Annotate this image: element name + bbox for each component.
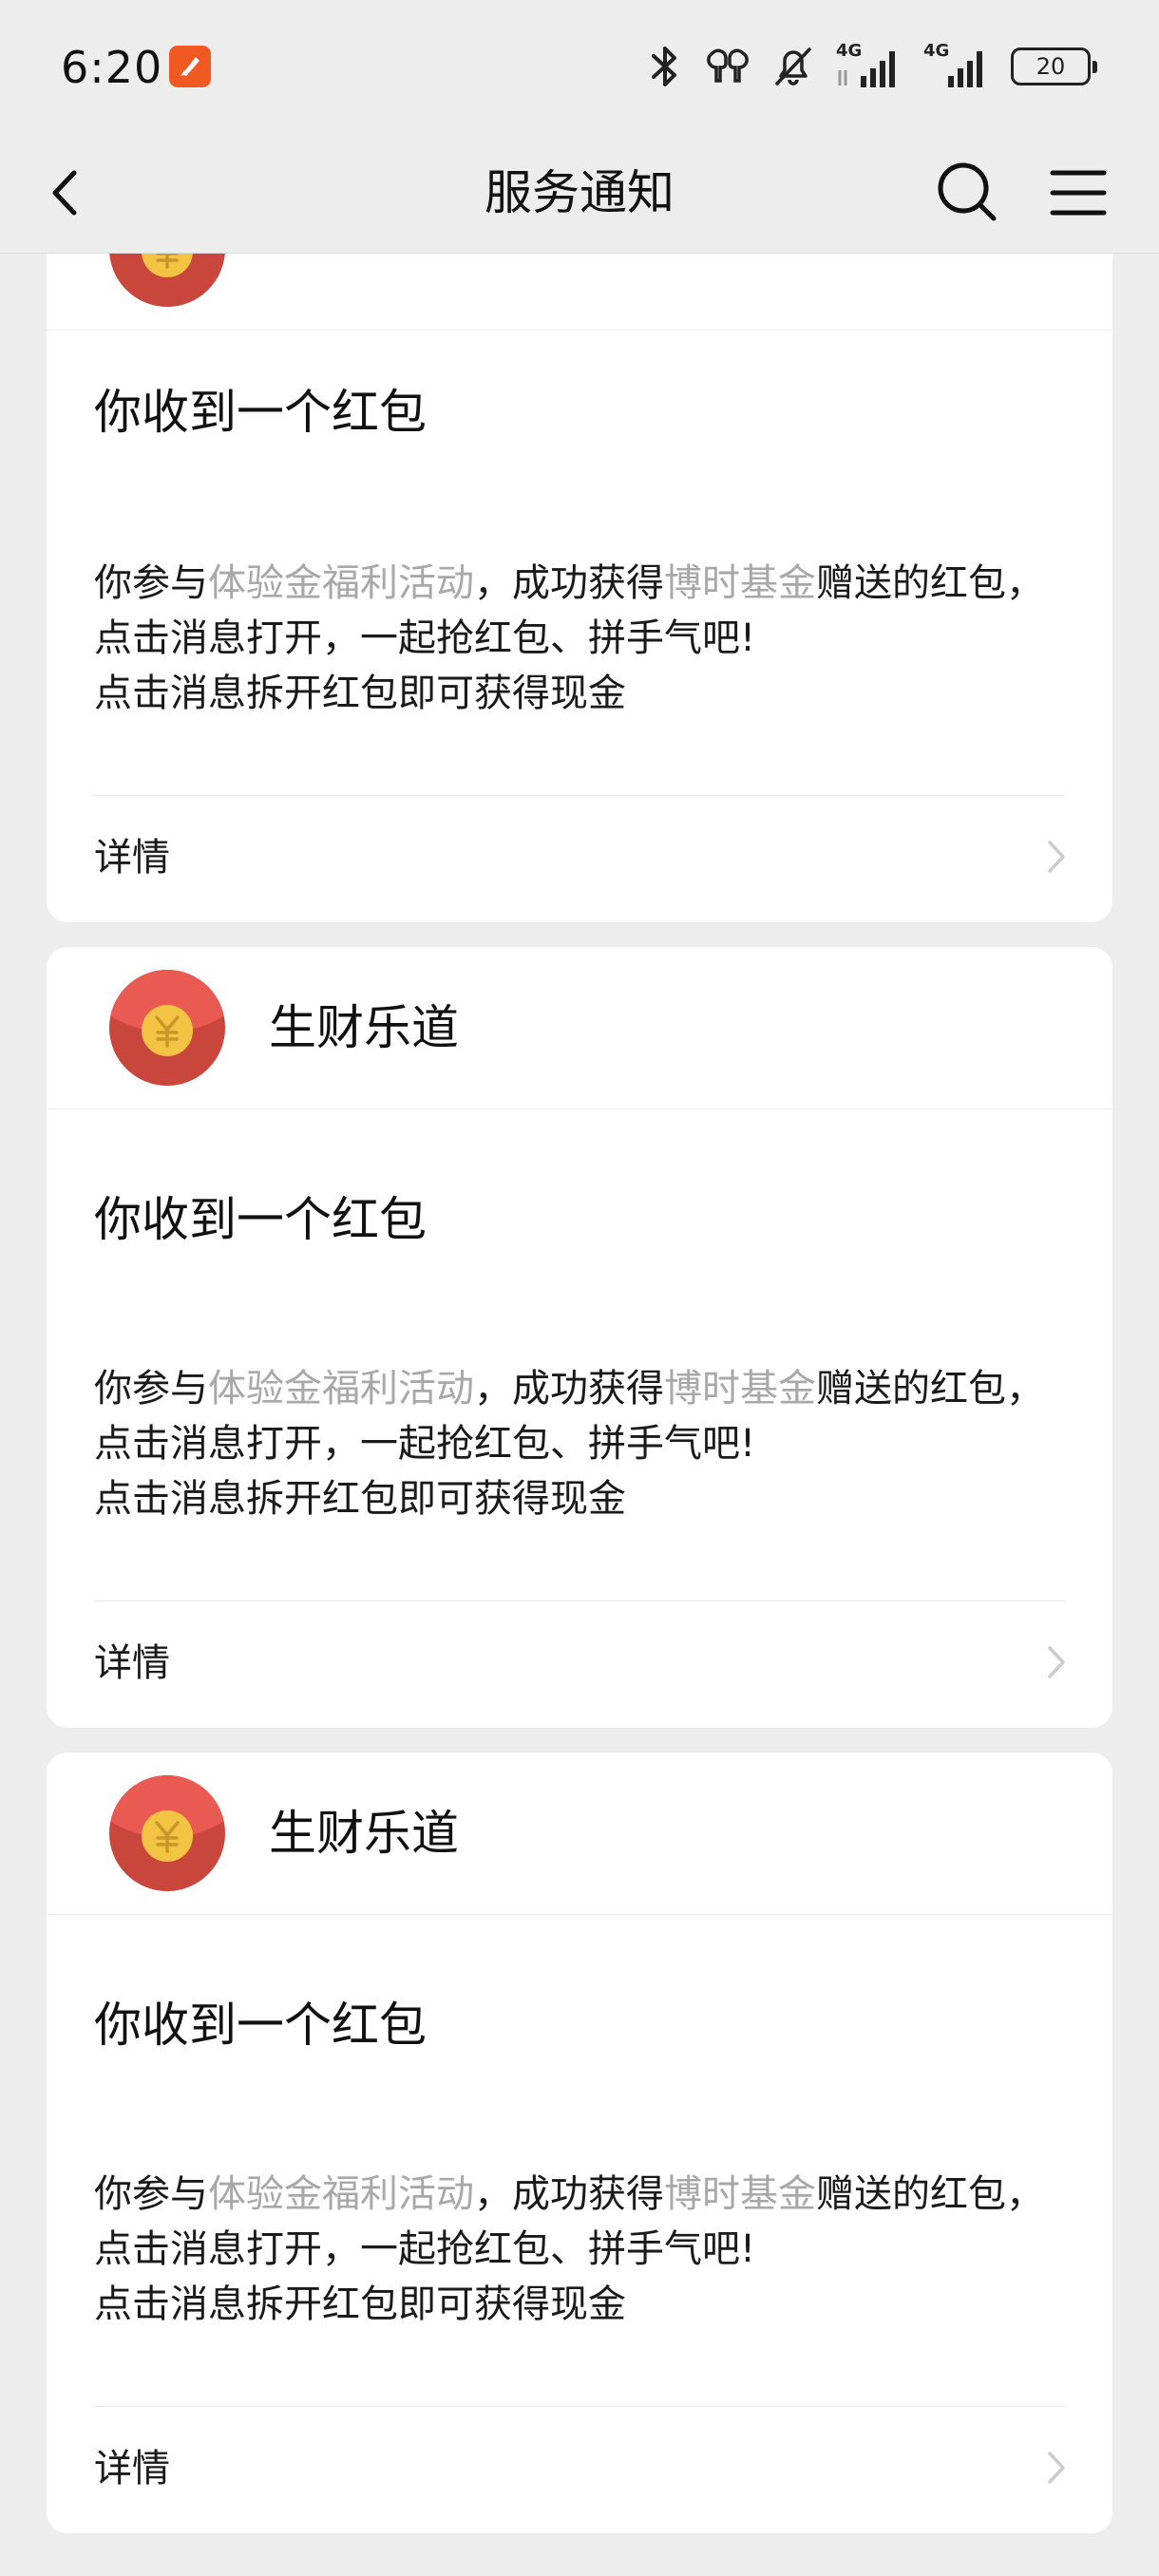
status-bar: 6:20 4G 4G 20 <box>0 0 1159 133</box>
fund-link[interactable]: 博时基金 <box>664 1367 816 1411</box>
message-title: 你收到一个红包 <box>94 1192 427 1247</box>
status-icons: 4G 4G 20 <box>646 42 1097 91</box>
message-text: ，成功获得 <box>474 2172 664 2216</box>
message-title: 你收到一个红包 <box>94 1998 427 2053</box>
message-body: 你参与体验金福利活动，成功获得博时基金赠送的红包，点击消息打开，一起抢红包、拼手… <box>94 1361 1073 1526</box>
notification-card[interactable]: 你收到一个红包 你参与体验金福利活动，成功获得博时基金赠送的红包，点击消息打开，… <box>47 254 1112 922</box>
chevron-right-icon[interactable] <box>1036 1638 1074 1686</box>
details-link[interactable]: 详情 <box>94 1637 170 1690</box>
battery-nub <box>1092 61 1097 73</box>
status-time: 6:20 <box>61 42 163 93</box>
search-icon <box>938 162 997 221</box>
menu-icon <box>1050 170 1107 216</box>
details-link[interactable]: 详情 <box>94 2442 170 2495</box>
activity-link[interactable]: 体验金福利活动 <box>208 1367 474 1411</box>
search-button[interactable] <box>929 154 1005 230</box>
message-text: 你参与 <box>94 2172 208 2216</box>
chevron-right-icon[interactable] <box>1036 833 1074 881</box>
red-envelope-avatar-icon <box>109 1775 225 1891</box>
card-divider <box>94 2406 1065 2407</box>
sender-name: 生财乐道 <box>269 1000 459 1055</box>
message-text: 你参与 <box>94 1367 208 1411</box>
message-text: 点击消息拆开红包即可获得现金 <box>94 1477 626 1521</box>
activity-link[interactable]: 体验金福利活动 <box>208 561 474 605</box>
message-text: ，成功获得 <box>474 1367 664 1411</box>
red-envelope-avatar-icon <box>109 970 225 1086</box>
signal-strength-icon <box>948 51 982 87</box>
message-text: 你参与 <box>94 561 208 605</box>
message-body: 你参与体验金福利活动，成功获得博时基金赠送的红包，点击消息打开，一起抢红包、拼手… <box>94 556 1073 721</box>
chevron-right-icon[interactable] <box>1036 2444 1074 2491</box>
battery-level: 20 <box>1036 53 1066 80</box>
details-link[interactable]: 详情 <box>94 831 170 884</box>
signal-strength-icon <box>838 51 895 87</box>
signal-group-1: 4G <box>836 42 902 91</box>
message-body: 你参与体验金福利活动，成功获得博时基金赠送的红包，点击消息打开，一起抢红包、拼手… <box>94 2167 1073 2332</box>
earbuds-icon <box>707 48 749 83</box>
nav-bar: 服务通知 <box>0 133 1159 254</box>
bell-muted-icon <box>775 47 811 85</box>
notification-card[interactable]: 生财乐道 你收到一个红包 你参与体验金福利活动，成功获得博时基金赠送的红包，点击… <box>47 947 1112 1728</box>
bluetooth-icon <box>652 47 676 86</box>
fund-link[interactable]: 博时基金 <box>664 561 816 605</box>
message-text: ，成功获得 <box>474 561 664 605</box>
card-divider <box>94 795 1065 796</box>
activity-link[interactable]: 体验金福利活动 <box>208 2172 474 2216</box>
card-header <box>47 254 1112 331</box>
message-title: 你收到一个红包 <box>94 385 427 440</box>
fund-link[interactable]: 博时基金 <box>664 2172 816 2216</box>
signal-group-2: 4G <box>923 42 990 91</box>
battery-icon: 20 <box>1011 47 1097 85</box>
message-list[interactable]: 你收到一个红包 你参与体验金福利活动，成功获得博时基金赠送的红包，点击消息打开，… <box>0 254 1159 2576</box>
sender-name: 生财乐道 <box>269 1806 459 1861</box>
message-text: 点击消息拆开红包即可获得现金 <box>94 2282 626 2326</box>
menu-button[interactable] <box>1043 158 1113 228</box>
card-header: 生财乐道 <box>47 947 1112 1109</box>
notification-card[interactable]: 生财乐道 你收到一个红包 你参与体验金福利活动，成功获得博时基金赠送的红包，点击… <box>47 1752 1112 2533</box>
card-header: 生财乐道 <box>47 1752 1112 1915</box>
red-envelope-avatar-icon <box>109 254 225 307</box>
message-text: 点击消息拆开红包即可获得现金 <box>94 672 626 715</box>
app-notification-icon <box>169 46 211 87</box>
